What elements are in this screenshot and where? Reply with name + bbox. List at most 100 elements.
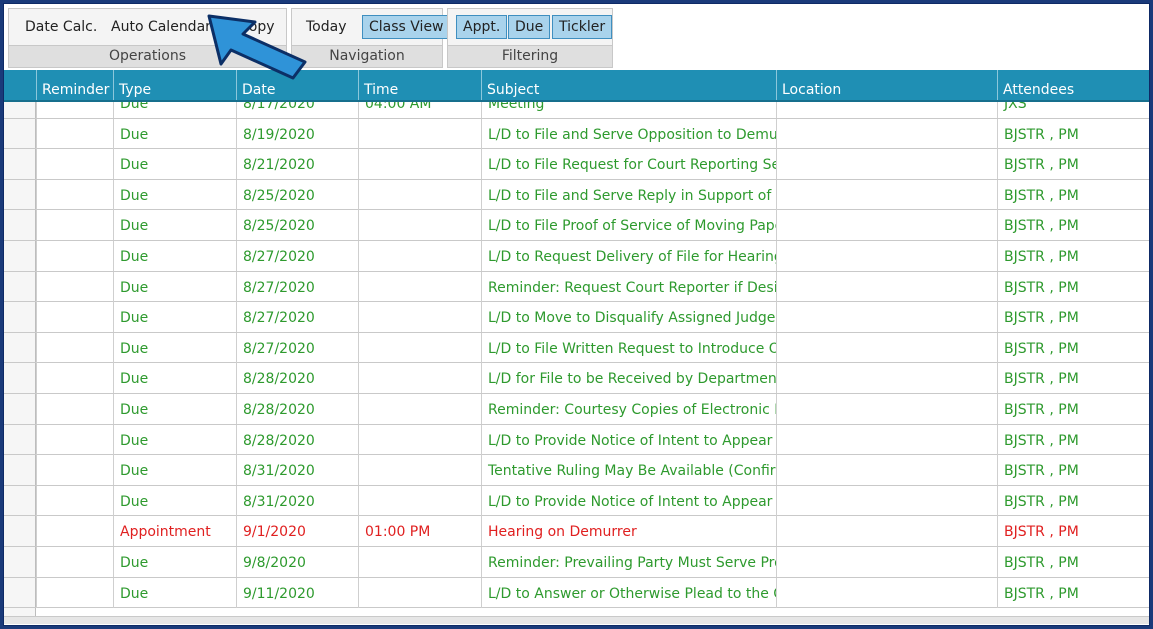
table-row[interactable]: Due 8/28/2020 L/D to Provide Notice of Int… [4, 424, 1149, 456]
attendees-cell: BJSTR , PM [997, 179, 1143, 210]
column-header-subject[interactable]: Subject [481, 70, 776, 100]
calendar-window: Date Calc. Auto Calendar Copy Operations… [3, 3, 1150, 626]
date-cell: 8/25/2020 [236, 179, 358, 210]
column-header-time[interactable]: Time [358, 70, 481, 100]
type-cell: Due [113, 577, 236, 608]
attendees-cell: BJSTR , PM [997, 118, 1143, 149]
location-cell [776, 179, 997, 210]
subject-cell: L/D to File and Serve Opposition to Demu… [481, 118, 776, 149]
date-calc-button[interactable]: Date Calc. [19, 15, 103, 39]
subject-cell: Reminder: Prevailing Party Must Serve Pr… [481, 547, 776, 577]
reminder-cell [36, 363, 113, 394]
subject-cell: L/D to File and Serve Reply in Support o… [481, 179, 776, 210]
navigation-group-label: Navigation [292, 45, 442, 67]
location-cell [776, 149, 997, 180]
filter-tickler-button[interactable]: Tickler [552, 15, 613, 39]
date-cell: 8/27/2020 [236, 271, 358, 302]
calendar-grid: Reminder Type Date Time Subject Location… [4, 70, 1149, 624]
attendees-cell: BJSTR , PM [997, 577, 1143, 608]
table-row[interactable]: Due 8/25/2020 L/D to File Proof of Service… [4, 210, 1149, 241]
subject-cell: L/D to File Proof of Service of Moving P… [481, 210, 776, 241]
reminder-cell [36, 547, 113, 577]
table-row[interactable]: Due 8/21/2020 L/D to File Request for Cour… [4, 149, 1149, 180]
reminder-cell [36, 149, 113, 180]
date-cell: 8/28/2020 [236, 363, 358, 394]
attendees-cell: BJSTR , PM [997, 271, 1143, 302]
time-cell [358, 455, 481, 486]
date-cell: 8/17/2020 [236, 102, 358, 118]
row-header-corner [4, 70, 36, 100]
attendees-cell: BJSTR , PM [997, 455, 1143, 486]
time-cell [358, 210, 481, 241]
time-cell [358, 547, 481, 577]
attendees-cell: BJSTR , PM [997, 363, 1143, 394]
location-cell [776, 363, 997, 394]
class-view-button[interactable]: Class View [362, 15, 451, 39]
reminder-cell [36, 455, 113, 486]
table-row[interactable]: Due 8/27/2020 Reminder: Request Court Repo… [4, 271, 1149, 303]
reminder-cell [36, 332, 113, 363]
time-cell [358, 241, 481, 271]
time-cell [358, 302, 481, 333]
subject-cell: L/D to Request Delivery of File for Hear… [481, 241, 776, 271]
date-cell: 8/27/2020 [236, 332, 358, 363]
grid-body: Due 8/17/2020 04:00 AM Meeting JXS Due 8/19/20… [4, 102, 1149, 616]
horizontal-scrollbar[interactable] [4, 616, 1149, 624]
ribbon-toolbar: Date Calc. Auto Calendar Copy Operations… [4, 4, 1149, 72]
time-cell [358, 271, 481, 302]
type-cell: Due [113, 424, 236, 455]
type-cell: Due [113, 394, 236, 424]
column-header-attendees[interactable]: Attendees [997, 70, 1143, 100]
type-cell: Due [113, 102, 236, 118]
type-cell: Due [113, 363, 236, 394]
table-row[interactable]: Due 8/27/2020 L/D to Request Delivery of F… [4, 241, 1149, 272]
table-row[interactable]: Appointment 9/1/2020 01:00 PM Hearing on De… [4, 516, 1149, 547]
arrow-pointer-icon [207, 14, 307, 80]
reminder-cell [36, 394, 113, 424]
subject-cell: L/D to Answer or Otherwise Plead to the … [481, 577, 776, 608]
reminder-cell [36, 516, 113, 547]
type-cell: Due [113, 455, 236, 486]
attendees-cell: BJSTR , PM [997, 424, 1143, 455]
reminder-cell [36, 118, 113, 149]
table-row[interactable]: Due 8/28/2020 L/D for File to be Received … [4, 363, 1149, 394]
location-cell [776, 547, 997, 577]
subject-cell: Tentative Ruling May Be Available (Confi… [481, 455, 776, 486]
type-cell: Due [113, 332, 236, 363]
time-cell [358, 363, 481, 394]
subject-cell: L/D to Move to Disqualify Assigned Judge… [481, 302, 776, 333]
type-cell: Due [113, 149, 236, 180]
type-cell: Due [113, 485, 236, 516]
filter-appt-button[interactable]: Appt. [456, 15, 508, 39]
column-header-location[interactable]: Location [776, 70, 997, 100]
attendees-cell: BJSTR , PM [997, 241, 1143, 271]
date-cell: 8/31/2020 [236, 455, 358, 486]
date-cell: 9/8/2020 [236, 547, 358, 577]
table-row[interactable]: Due 8/17/2020 04:00 AM Meeting JXS [4, 102, 1149, 119]
column-header-reminder[interactable]: Reminder [36, 70, 113, 100]
filter-due-button[interactable]: Due [508, 15, 551, 39]
subject-cell: Reminder: Request Court Reporter if Desi… [481, 271, 776, 302]
subject-cell: Meeting [481, 102, 776, 118]
attendees-cell: BJSTR , PM [997, 332, 1143, 363]
table-row[interactable]: Due 8/27/2020 L/D to File Written Request … [4, 332, 1149, 364]
table-row[interactable]: Due 9/11/2020 L/D to Answer or Otherwise P… [4, 577, 1149, 609]
location-cell [776, 577, 997, 608]
reminder-cell [36, 102, 113, 118]
table-row[interactable]: Due 9/8/2020 Reminder: Prevailing Party Mu… [4, 547, 1149, 578]
time-cell: 04:00 AM [358, 102, 481, 118]
table-row[interactable]: Due 8/27/2020 L/D to Move to Disqualify As… [4, 302, 1149, 333]
attendees-cell: BJSTR , PM [997, 302, 1143, 333]
table-row[interactable]: Due 8/25/2020 L/D to File and Serve Reply … [4, 179, 1149, 211]
table-row[interactable]: Due 8/31/2020 L/D to Provide Notice of Int… [4, 485, 1149, 517]
table-row[interactable]: Due 8/19/2020 L/D to File and Serve Opposi… [4, 118, 1149, 150]
time-cell [358, 577, 481, 608]
location-cell [776, 455, 997, 486]
location-cell [776, 102, 997, 118]
table-row[interactable]: Due 8/31/2020 Tentative Ruling May Be Avai… [4, 455, 1149, 486]
table-row[interactable]: Due 8/28/2020 Reminder: Courtesy Copies of… [4, 394, 1149, 425]
type-cell: Due [113, 179, 236, 210]
type-cell: Appointment [113, 516, 236, 547]
date-cell: 9/1/2020 [236, 516, 358, 547]
navigation-group: Today Class View Navigation [291, 8, 451, 68]
